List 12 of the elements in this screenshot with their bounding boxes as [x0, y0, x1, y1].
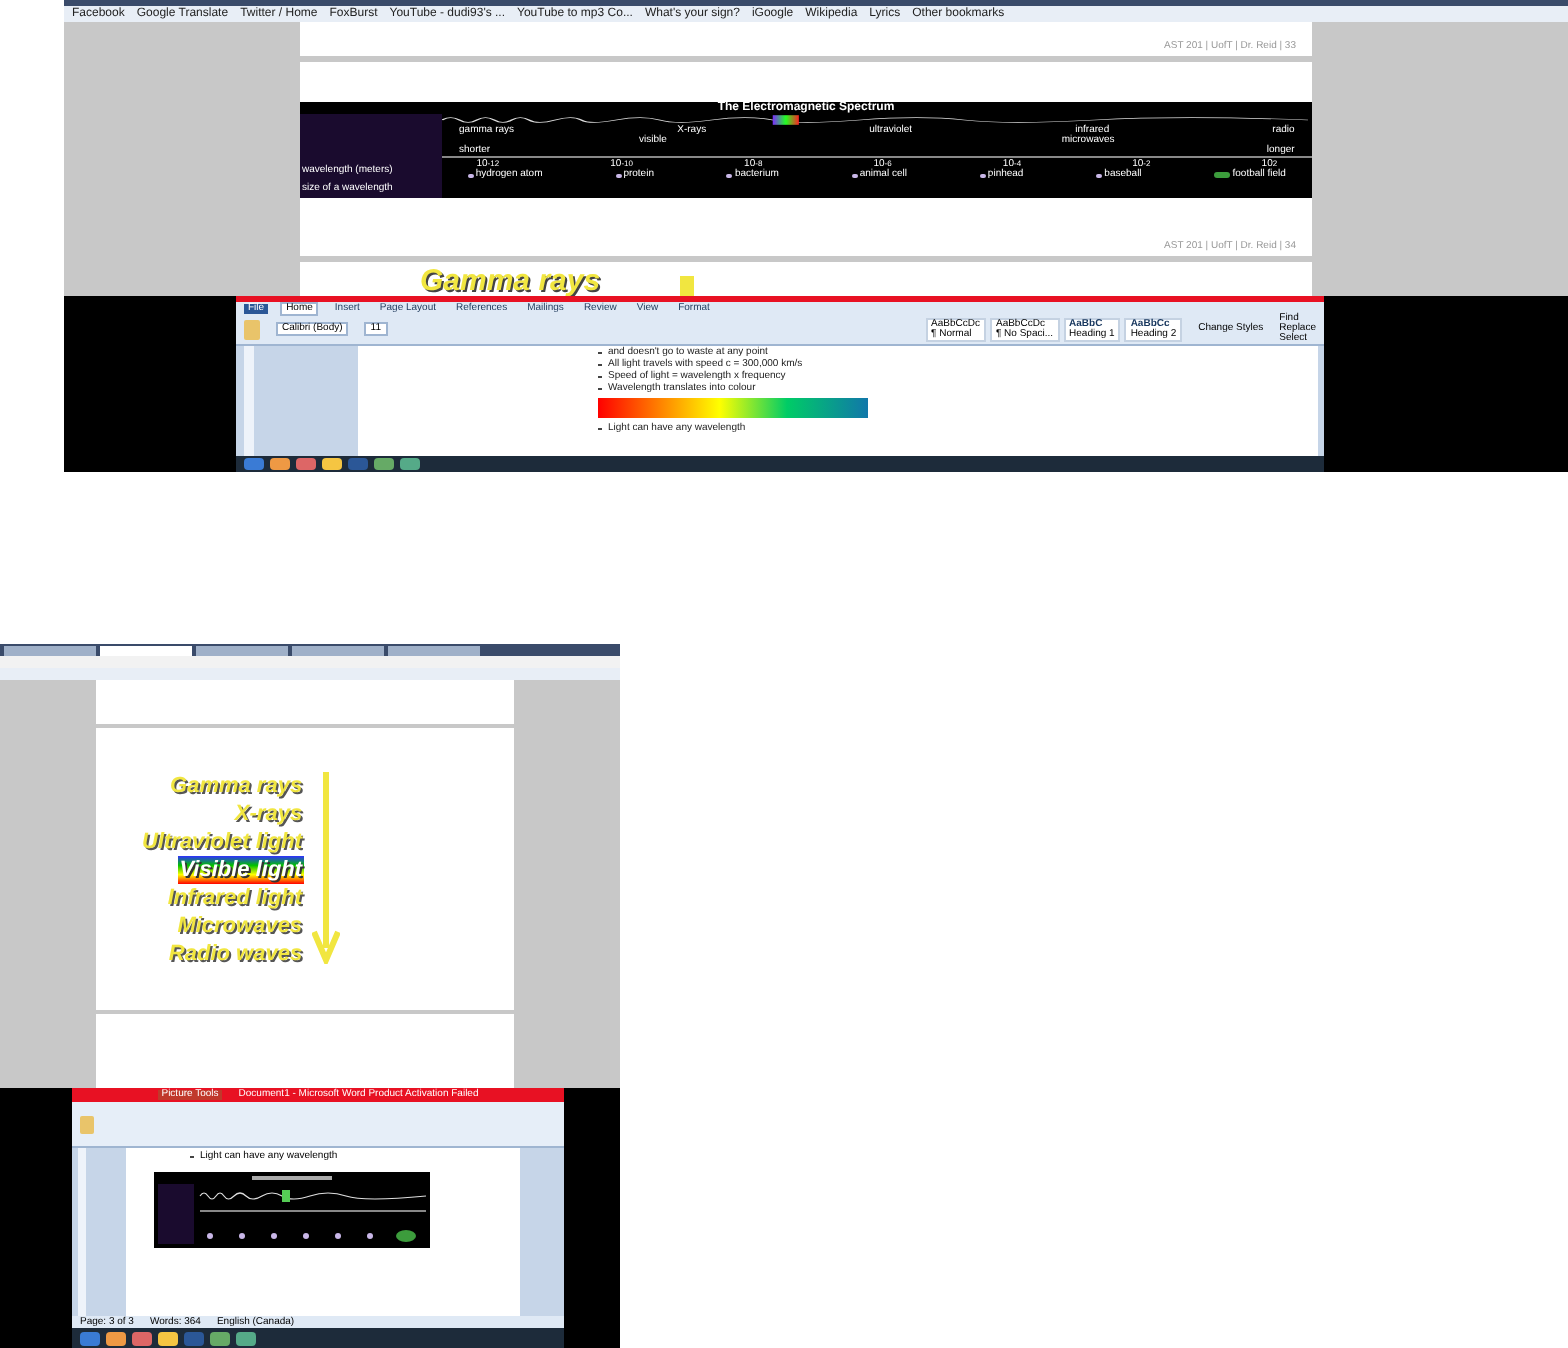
object-icon — [1214, 172, 1231, 178]
spectrum-label: Infrared light — [165, 884, 305, 912]
spectrum-label: Radio waves — [166, 940, 305, 968]
spectrum-label: Ultraviolet light — [140, 828, 305, 856]
arrow-top-icon — [680, 276, 695, 296]
spectrum-label: Visible light — [177, 856, 305, 884]
spectrum-label: Microwaves — [175, 912, 305, 940]
vertical-ruler — [244, 346, 254, 456]
down-arrow-icon — [312, 772, 341, 964]
spectrum-label: X-rays — [232, 800, 305, 828]
spectrum-label: Gamma rays — [168, 772, 305, 800]
slide-heading: Gamma rays — [420, 266, 601, 296]
